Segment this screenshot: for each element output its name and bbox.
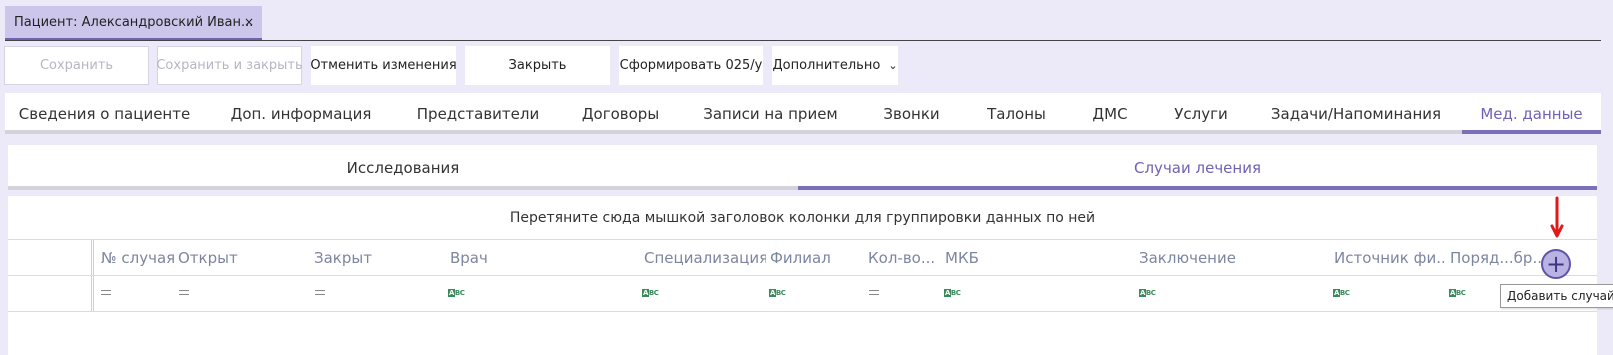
column-header-opened[interactable]: Открыт: [178, 240, 308, 276]
document-tab-bar: Пациент: Александровский Иван... ×: [0, 0, 1613, 41]
close-tab-icon[interactable]: ×: [244, 15, 254, 29]
save-button[interactable]: Сохранить: [4, 46, 149, 85]
filter-text-icon[interactable]: ABC: [448, 289, 465, 297]
save-and-close-button[interactable]: Сохранить и закрыть: [156, 46, 303, 85]
grid-header-row: № случая Открыт Закрыт Врач Специализаци…: [8, 240, 1597, 276]
column-header-icd[interactable]: МКБ: [945, 240, 1135, 276]
column-header-specialization[interactable]: Специализация: [644, 240, 766, 276]
filter-text-icon[interactable]: ABC: [1333, 289, 1350, 297]
medical-data-subtabs: Исследования Случаи лечения: [8, 145, 1597, 190]
column-header-case-number[interactable]: № случая: [101, 240, 176, 276]
chevron-down-icon: ⌄: [888, 59, 898, 72]
filter-equals-icon[interactable]: [315, 290, 325, 295]
tab-tasks-reminders[interactable]: Задачи/Напоминания: [1250, 93, 1462, 134]
tab-patient-info[interactable]: Сведения о пациенте: [5, 93, 204, 134]
tab-medical-data[interactable]: Мед. данные: [1462, 93, 1601, 134]
tab-appointments[interactable]: Записи на прием: [683, 93, 858, 134]
column-header-funding-source[interactable]: Источник фи...: [1334, 240, 1444, 276]
tab-dms[interactable]: ДМС: [1068, 93, 1152, 134]
plus-icon: +: [1545, 250, 1567, 278]
column-header-count[interactable]: Кол-во...: [868, 240, 938, 276]
patient-tab-title: Пациент: Александровский Иван...: [14, 14, 254, 30]
filter-equals-icon[interactable]: [869, 290, 879, 295]
tab-representatives[interactable]: Представители: [398, 93, 558, 134]
group-by-panel[interactable]: Перетяните сюда мышкой заголовок колонки…: [8, 196, 1597, 240]
tab-additional-info[interactable]: Доп. информация: [204, 93, 398, 134]
tab-research[interactable]: Исследования: [8, 145, 798, 190]
tab-tickets[interactable]: Талоны: [965, 93, 1068, 134]
tab-calls[interactable]: Звонки: [858, 93, 965, 134]
column-header-closed[interactable]: Закрыт: [314, 240, 444, 276]
filter-text-icon[interactable]: ABC: [1139, 289, 1156, 297]
close-button[interactable]: Закрыть: [465, 46, 610, 85]
tab-treatment-cases[interactable]: Случаи лечения: [798, 145, 1597, 190]
form-025-button[interactable]: Сформировать 025/у: [619, 46, 763, 85]
column-header-branch[interactable]: Филиал: [770, 240, 862, 276]
red-arrow-icon: [1550, 196, 1564, 238]
grid-filter-row: ABC ABC ABC ABC ABC ABC ABC: [8, 276, 1597, 312]
tab-contracts[interactable]: Договоры: [558, 93, 683, 134]
column-header-conclusion[interactable]: Заключение: [1139, 240, 1329, 276]
filter-text-icon[interactable]: ABC: [769, 289, 786, 297]
filter-text-icon[interactable]: ABC: [944, 289, 961, 297]
more-dropdown-label: Дополнительно: [772, 58, 881, 73]
filter-text-icon[interactable]: ABC: [1449, 289, 1466, 297]
add-case-tooltip: Добавить случай: [1500, 284, 1613, 308]
filter-text-icon[interactable]: ABC: [642, 289, 659, 297]
filter-equals-icon[interactable]: [179, 290, 189, 295]
add-case-button[interactable]: +: [1541, 249, 1571, 279]
filter-equals-icon[interactable]: [101, 290, 111, 295]
treatment-cases-grid: Перетяните сюда мышкой заголовок колонки…: [8, 196, 1597, 355]
cancel-changes-button[interactable]: Отменить изменения: [310, 46, 457, 85]
tab-bar-divider: [5, 40, 1601, 41]
patient-tabs: Сведения о пациенте Доп. информация Пред…: [5, 93, 1601, 134]
tab-services[interactable]: Услуги: [1152, 93, 1250, 134]
patient-document-tab[interactable]: Пациент: Александровский Иван... ×: [5, 6, 262, 40]
more-dropdown[interactable]: Дополнительно ⌄: [772, 46, 898, 85]
column-header-doctor[interactable]: Врач: [450, 240, 640, 276]
